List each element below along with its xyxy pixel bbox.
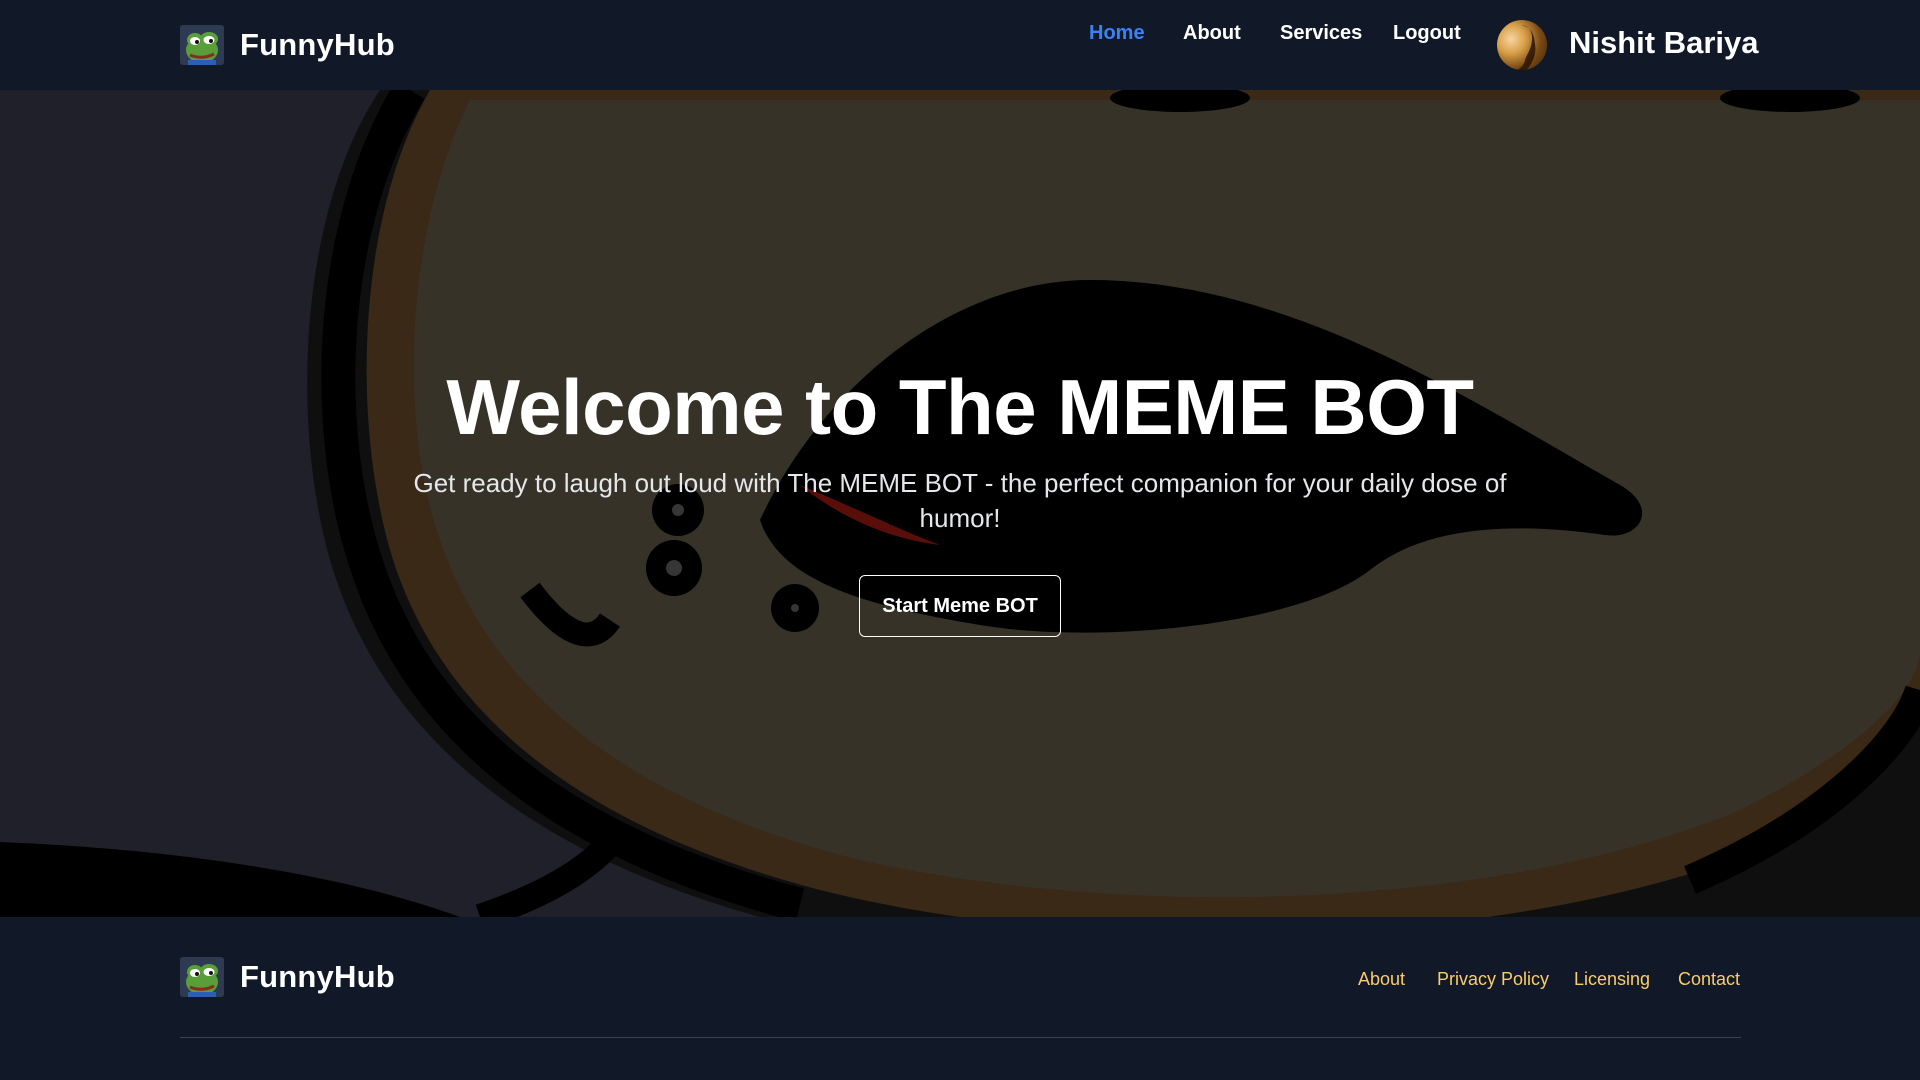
footer-links: About Privacy Policy Licensing Contact [0,969,1920,999]
user-name: Nishit Bariya [1569,25,1759,60]
pepe-frog-logo-icon [180,25,224,65]
brand-link[interactable]: FunnyHub [180,23,395,67]
nav-services-link[interactable]: Services [1280,22,1362,45]
top-navbar: FunnyHub Home About Services Logout Nish… [0,0,1920,90]
hero-content: Welcome to The MEME BOT Get ready to lau… [0,90,1920,917]
footer-contact-link[interactable]: Contact [1678,969,1740,990]
footer-privacy-policy-link[interactable]: Privacy Policy [1437,969,1549,990]
nav-home-link[interactable]: Home [1089,22,1145,45]
hero-section: Welcome to The MEME BOT Get ready to lau… [0,90,1920,917]
footer-licensing-link[interactable]: Licensing [1574,969,1650,990]
footer-divider [180,1037,1741,1038]
start-meme-bot-button[interactable]: Start Meme BOT [859,575,1061,637]
footer-about-link[interactable]: About [1358,969,1405,990]
hero-title: Welcome to The MEME BOT [446,363,1474,451]
brand-name: FunnyHub [240,27,395,62]
user-avatar[interactable] [1497,20,1547,70]
page-footer: FunnyHub About Privacy Policy Licensing … [0,917,1920,1080]
hero-subtitle: Get ready to laugh out loud with The MEM… [413,468,1507,533]
nav-about-link[interactable]: About [1183,22,1241,45]
nav-logout-link[interactable]: Logout [1393,22,1461,45]
